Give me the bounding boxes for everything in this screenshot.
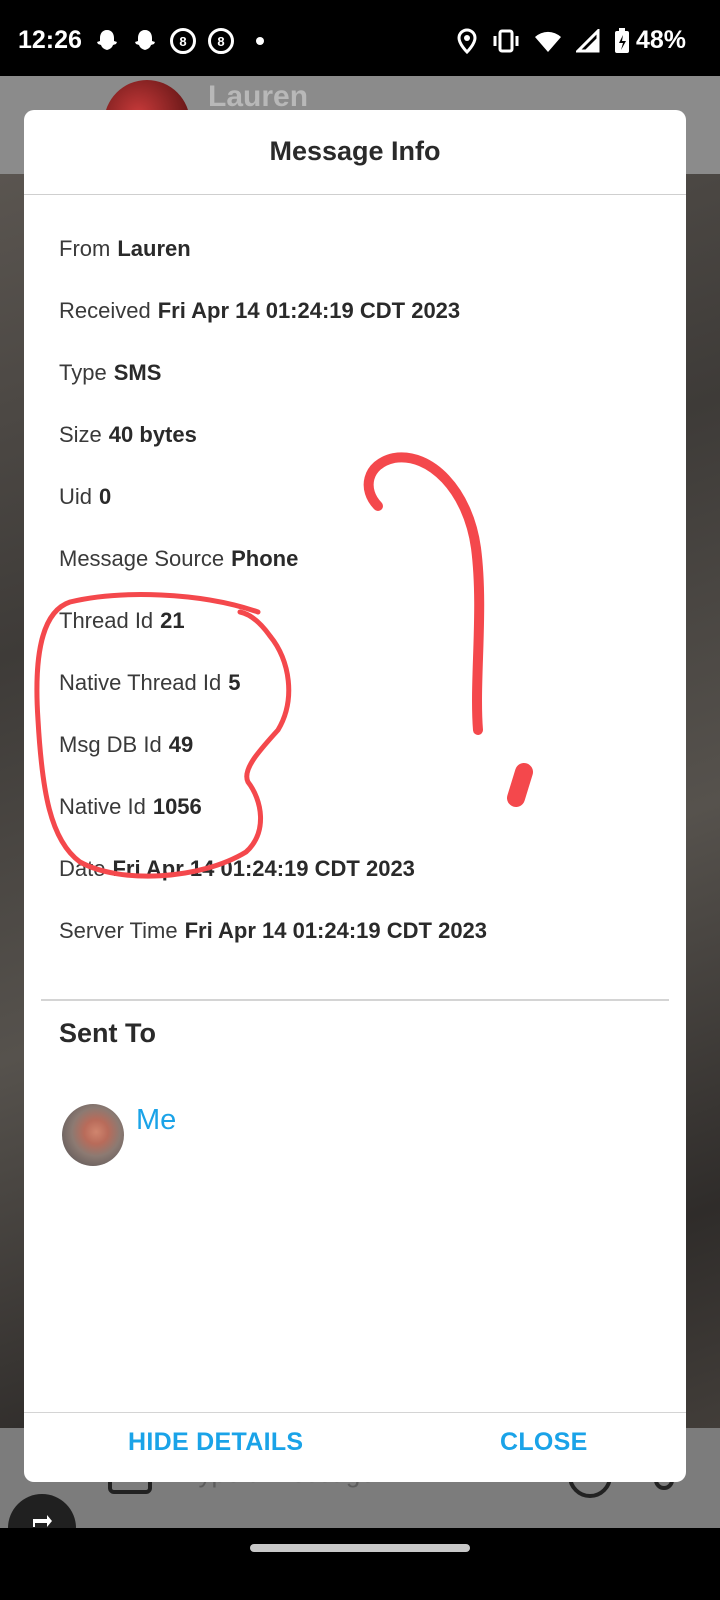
- info-row-message-source: Message Source Phone: [59, 546, 298, 572]
- row-value: Phone: [231, 546, 299, 571]
- row-label: Type: [59, 360, 107, 385]
- recipient-item[interactable]: Me: [62, 1104, 176, 1166]
- row-value: 21: [160, 608, 185, 633]
- vibrate-icon: [493, 29, 519, 53]
- eight-ball-icon: 8: [208, 28, 234, 54]
- notification-icons: 8 8: [94, 28, 264, 54]
- info-row-uid: Uid 0: [59, 484, 111, 510]
- row-value: 1056: [152, 794, 202, 819]
- eight-ball-icon: 8: [170, 28, 196, 54]
- location-icon: [457, 28, 477, 54]
- recipient-avatar[interactable]: [62, 1104, 124, 1166]
- info-row-type: Type SMS: [59, 360, 161, 386]
- snapchat-icon: [135, 30, 155, 50]
- info-row-date: Date Fri Apr 14 01:24:19 CDT 2023: [59, 856, 415, 882]
- message-info-dialog: Message Info From Lauren Received Fri Apr …: [24, 110, 686, 1482]
- snapchat-icon: [97, 30, 117, 50]
- close-button[interactable]: CLOSE: [500, 1428, 588, 1457]
- row-label: Date: [59, 856, 106, 881]
- row-value: Fri Apr 14 01:24:19 CDT 2023: [112, 856, 415, 881]
- contact-name: Lauren: [208, 80, 309, 113]
- dialog-title: Message Info: [269, 136, 441, 166]
- system-icons: [456, 28, 630, 54]
- row-value: Fri Apr 14 01:24:19 CDT 2023: [157, 298, 461, 323]
- row-label: Native Thread Id: [59, 670, 222, 695]
- row-value: 40 bytes: [108, 422, 197, 447]
- info-row-native-id: Native Id 1056: [59, 794, 202, 820]
- info-row-from: From Lauren: [59, 236, 191, 262]
- info-row-msg-db-id: Msg DB Id 49: [59, 732, 193, 758]
- row-label: Size: [59, 422, 102, 447]
- sent-to-heading: Sent To: [59, 1018, 156, 1048]
- row-value: Fri Apr 14 01:24:19 CDT 2023: [184, 918, 488, 943]
- home-gesture-bar[interactable]: [250, 1544, 470, 1552]
- divider: [41, 999, 669, 1001]
- status-bar: 12:26 8 8 48%: [0, 0, 720, 76]
- battery-charging-icon: [615, 28, 629, 53]
- row-value: SMS: [113, 360, 162, 385]
- row-label: Uid: [59, 484, 93, 509]
- info-row-size: Size 40 bytes: [59, 422, 197, 448]
- info-row-thread-id: Thread Id 21: [59, 608, 185, 634]
- row-value: 0: [99, 484, 112, 509]
- signal-icon: [576, 29, 600, 53]
- more-notifications-dot: [256, 37, 264, 45]
- navigation-bar: [0, 1528, 720, 1600]
- row-value: 5: [228, 670, 241, 695]
- wifi-icon: [535, 31, 561, 52]
- row-value: 49: [168, 732, 194, 757]
- row-value: Lauren: [117, 236, 191, 261]
- row-label: Thread Id: [59, 608, 154, 633]
- row-label: Native Id: [59, 794, 146, 819]
- info-row-server-time: Server Time Fri Apr 14 01:24:19 CDT 2023: [59, 918, 487, 944]
- battery-percent: 48%: [636, 26, 687, 54]
- divider: [24, 194, 686, 195]
- row-label: Msg DB Id: [59, 732, 162, 757]
- info-row-native-thread-id: Native Thread Id 5: [59, 670, 241, 696]
- row-label: Message Source: [59, 546, 225, 571]
- row-label: Received: [59, 298, 151, 323]
- divider: [24, 1412, 686, 1413]
- recipient-name[interactable]: Me: [136, 1104, 176, 1137]
- hide-details-button[interactable]: HIDE DETAILS: [128, 1428, 303, 1457]
- status-time: 12:26: [18, 26, 82, 54]
- row-label: From: [59, 236, 111, 261]
- info-row-received: Received Fri Apr 14 01:24:19 CDT 2023: [59, 298, 460, 324]
- row-label: Server Time: [59, 918, 178, 943]
